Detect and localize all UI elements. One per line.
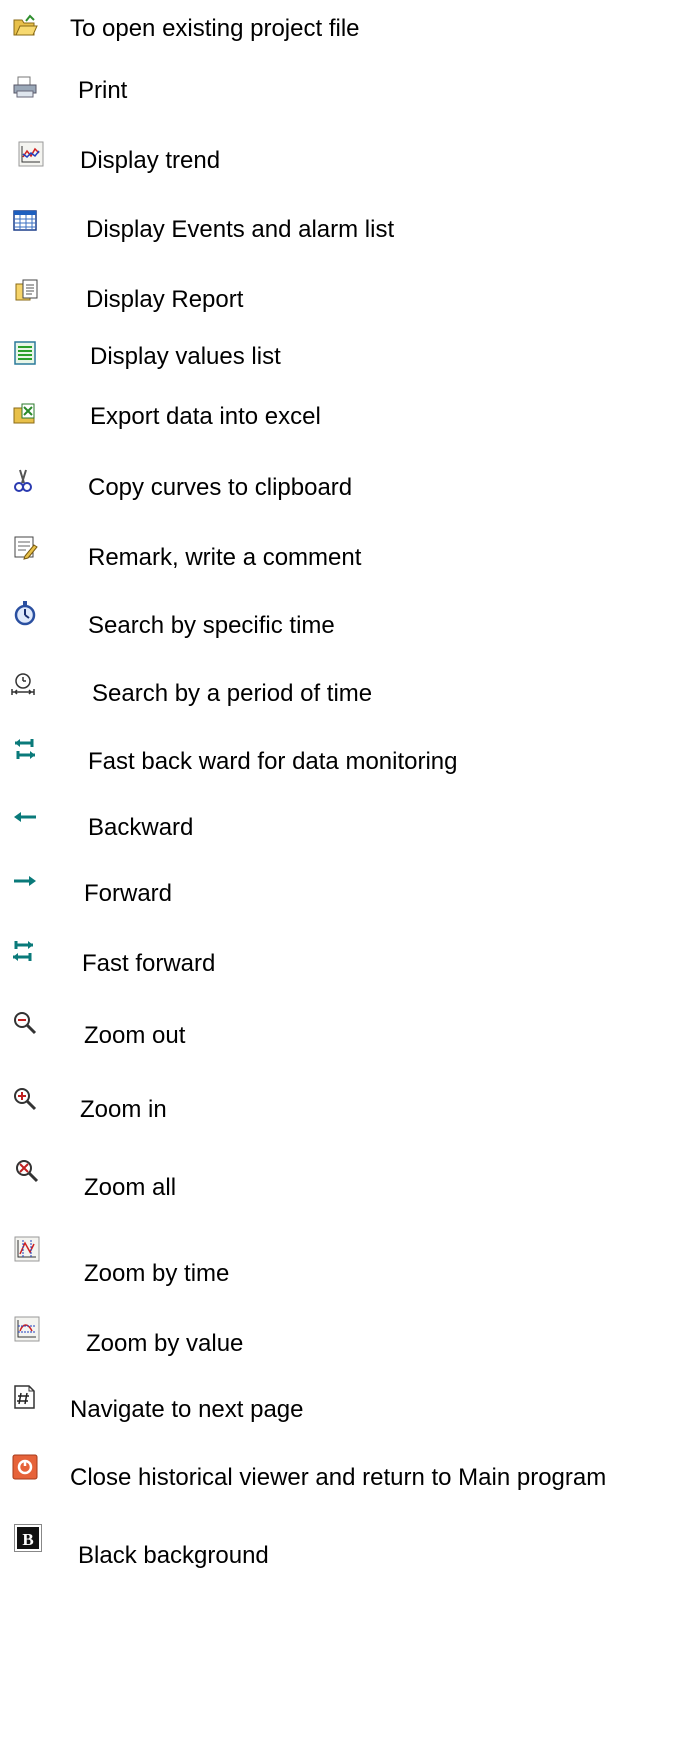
list-item-period-time: Search by a period of time [0,672,697,712]
event-list-icon[interactable] [12,208,38,234]
zoom-out-icon[interactable] [12,1010,38,1036]
list-item-fast-forward: Fast forward [0,938,697,978]
list-item-open-project: To open existing project file [0,10,697,50]
item-label: Black background [78,1542,269,1569]
item-label: Display Events and alarm list [86,216,395,243]
fast-forward-icon[interactable] [10,938,36,964]
item-label: Zoom in [80,1096,167,1123]
item-label: Zoom by value [86,1330,244,1357]
item-label: To open existing project file [70,15,360,42]
list-item-display-trend: Display trend [0,140,697,180]
remark-icon[interactable] [12,534,38,560]
item-label: Backward [88,814,194,841]
period-time-icon[interactable] [10,672,36,698]
item-label: Close historical viewer and return to Ma… [70,1464,607,1491]
zoom-all-icon[interactable] [14,1158,40,1184]
list-item-fast-backward: Fast back ward for data monitoring [0,736,697,776]
item-label: Display trend [80,147,221,174]
trend-chart-icon[interactable] [18,141,44,167]
list-item-specific-time: Search by specific time [0,600,697,640]
item-label: Zoom by time [84,1260,230,1287]
black-background-icon[interactable]: B [14,1524,42,1552]
next-page-icon[interactable] [12,1384,38,1410]
item-label: Search by specific time [88,612,335,639]
list-item-black-background: B Black background [0,1520,697,1569]
report-icon[interactable] [14,278,40,304]
fast-backward-icon[interactable] [12,736,38,762]
list-item-print: Print [0,72,697,112]
export-excel-icon[interactable] [12,400,38,426]
list-item-remark: Remark, write a comment [0,534,697,574]
item-label: Fast forward [82,950,216,977]
list-item-zoom-by-value: Zoom by value [0,1316,697,1357]
zoom-by-time-icon[interactable] [14,1236,40,1262]
item-label: Forward [84,880,173,907]
list-item-export-excel: Export data into excel [0,398,697,438]
item-label: Zoom all [84,1174,177,1201]
item-label: Search by a period of time [92,680,373,707]
forward-icon[interactable] [12,870,38,896]
list-item-next-page: Navigate to next page [0,1384,697,1424]
item-label: Copy curves to clipboard [88,474,353,501]
black-background-glyph: B [22,1530,33,1549]
list-item-zoom-by-time: Zoom by time [0,1234,697,1287]
item-label: Print [78,77,128,104]
list-item-zoom-all: Zoom all [0,1154,697,1201]
list-item-forward: Forward [0,870,697,910]
values-list-icon[interactable] [12,340,38,366]
item-label: Remark, write a comment [88,544,362,571]
open-folder-icon[interactable] [12,12,38,38]
list-item-values-list: Display values list [0,338,697,378]
list-item-zoom-out: Zoom out [0,1010,697,1050]
list-item-events-alarm: Display Events and alarm list [0,206,697,246]
close-viewer-icon[interactable] [12,1454,38,1480]
scissors-icon[interactable] [10,468,36,494]
item-label: Display Report [86,286,244,313]
zoom-in-icon[interactable] [12,1086,38,1112]
item-label: Display values list [90,343,281,370]
backward-icon[interactable] [12,806,38,832]
list-item-backward: Backward [0,806,697,846]
list-item-display-report: Display Report [0,276,697,316]
item-label: Export data into excel [90,403,321,430]
list-item-copy-curves: Copy curves to clipboard [0,466,697,506]
list-item-zoom-in: Zoom in [0,1088,697,1128]
item-label: Fast back ward for data monitoring [88,748,458,775]
list-item-close-viewer: Close historical viewer and return to Ma… [0,1454,697,1494]
stopwatch-icon[interactable] [12,600,38,626]
item-label: Zoom out [84,1022,186,1049]
zoom-by-value-icon[interactable] [14,1316,40,1342]
item-label: Navigate to next page [70,1396,304,1423]
printer-icon[interactable] [12,74,38,100]
